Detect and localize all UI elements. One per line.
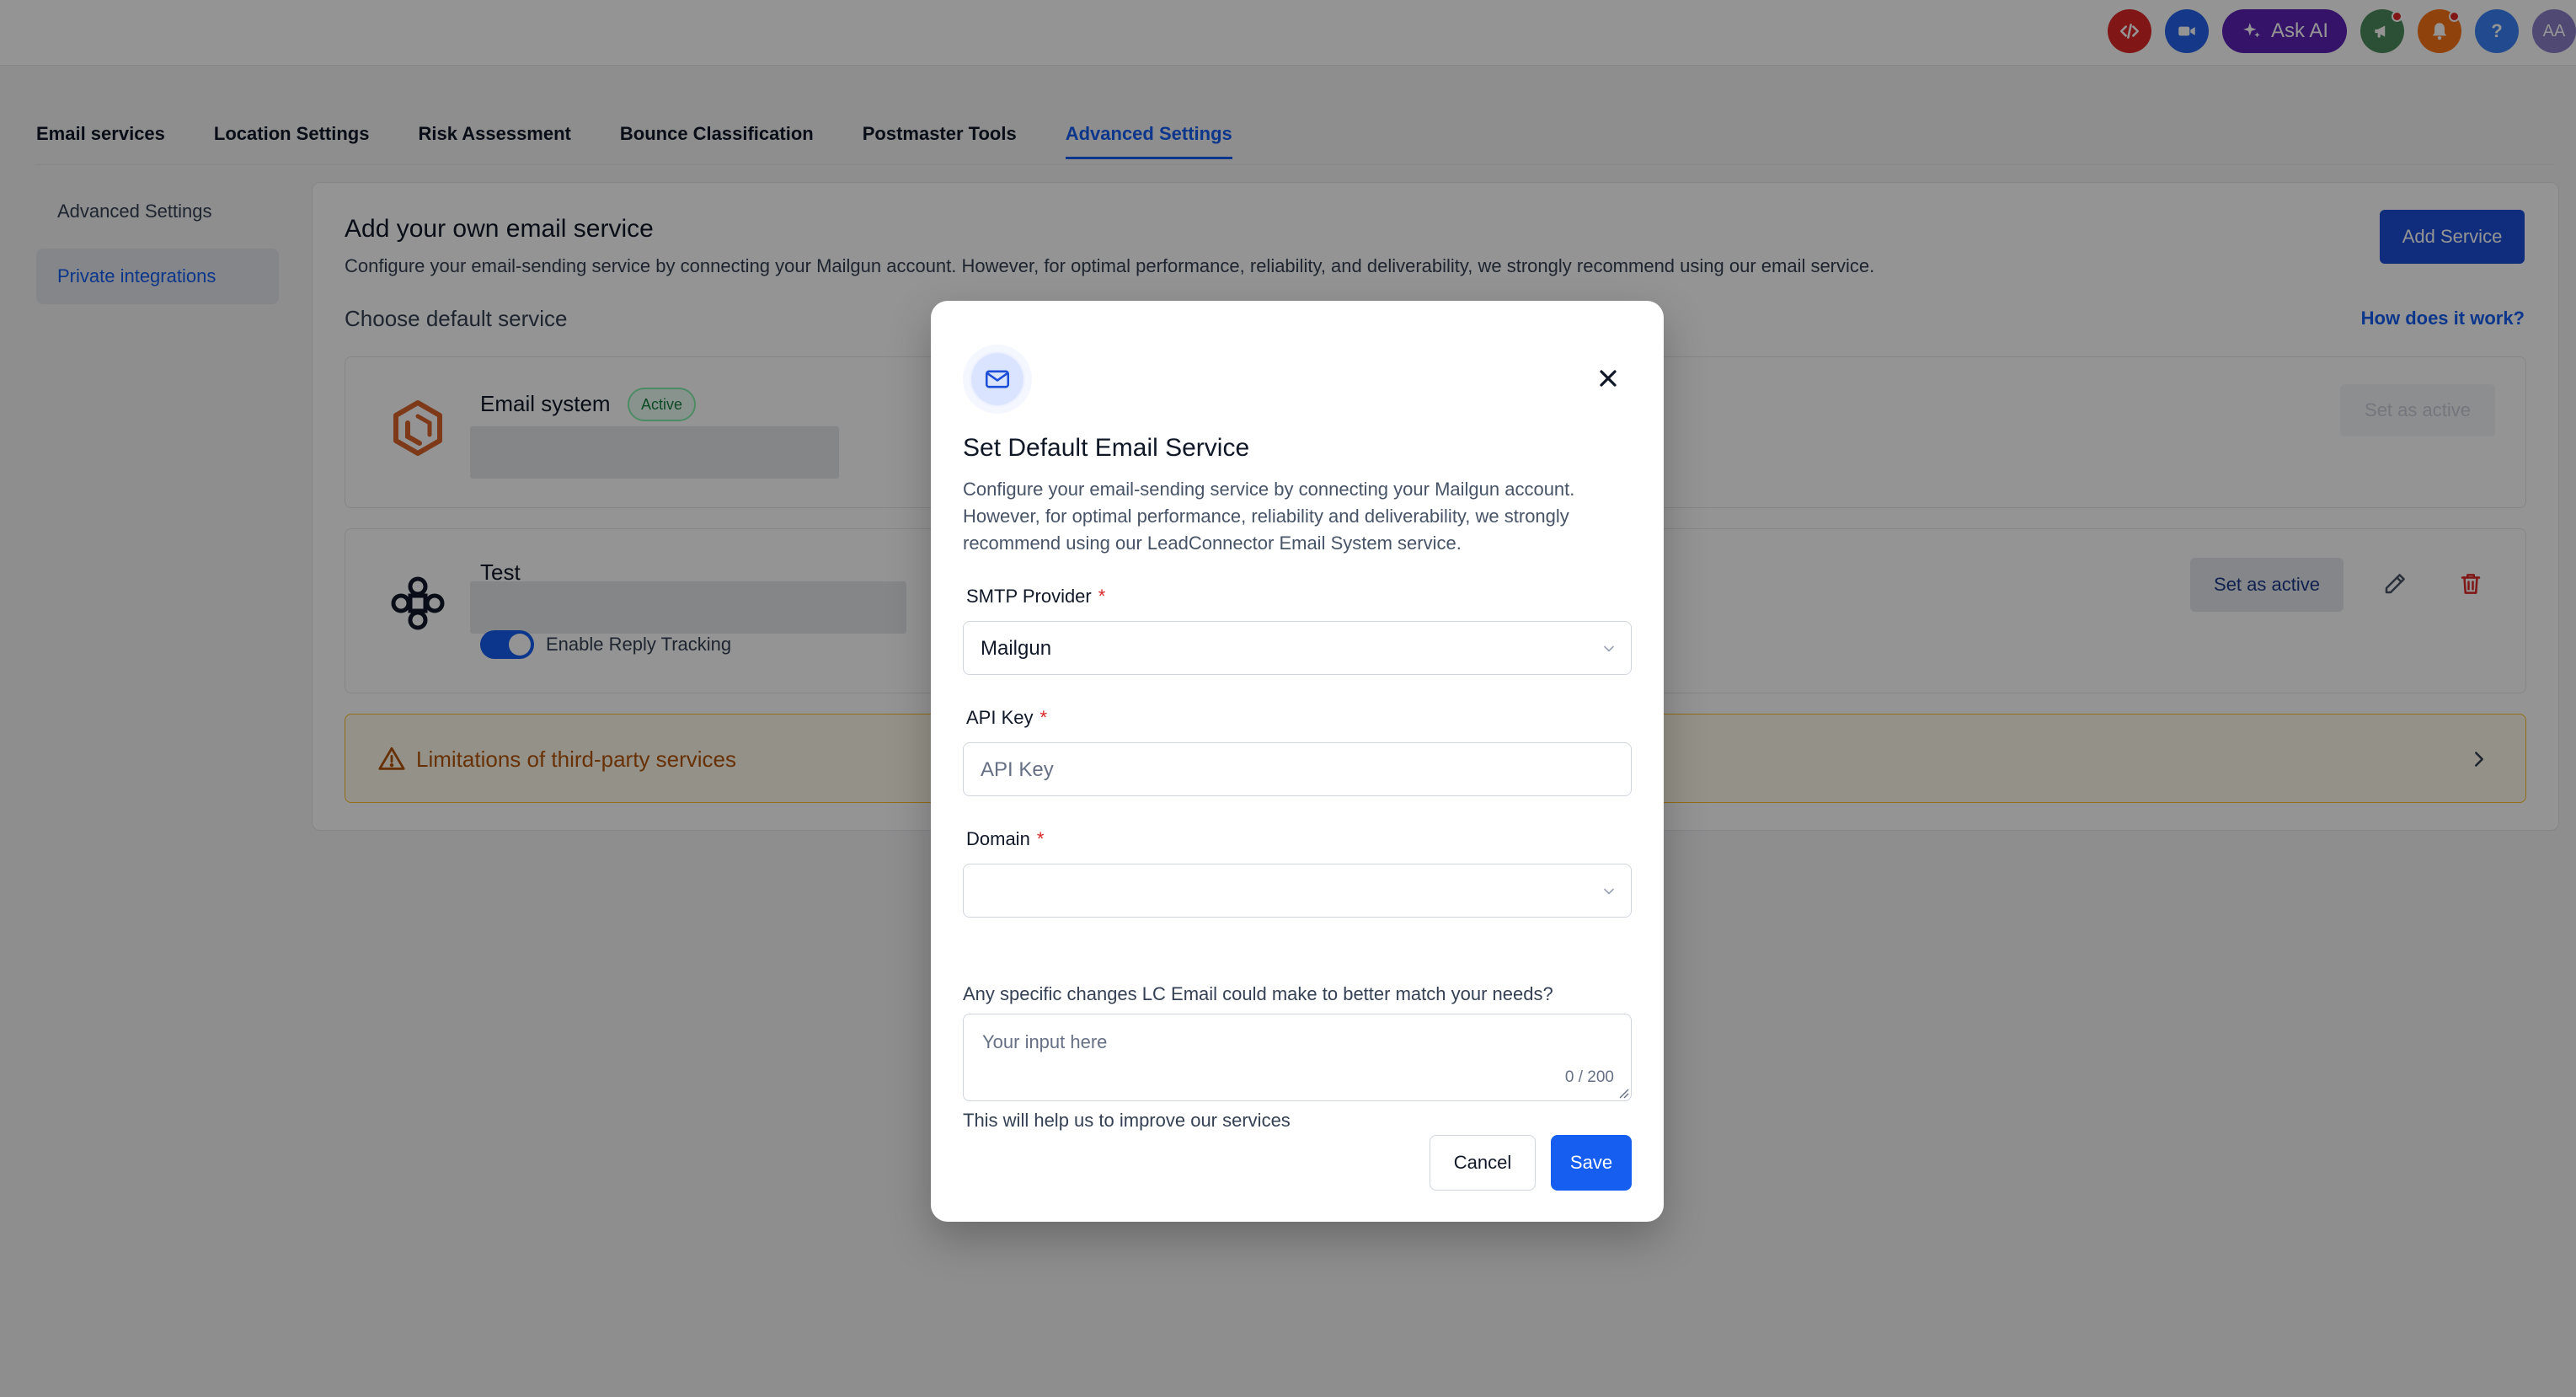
- required-mark: *: [1036, 828, 1045, 849]
- resize-handle-icon[interactable]: [1617, 1087, 1629, 1099]
- api-key-label: API Key *: [966, 707, 1047, 729]
- smtp-provider-label-text: SMTP Provider: [966, 586, 1092, 607]
- feedback-help-text: This will help us to improve our service…: [963, 1110, 1291, 1131]
- cancel-button[interactable]: Cancel: [1430, 1135, 1536, 1191]
- required-mark: *: [1098, 586, 1106, 607]
- smtp-provider-value: Mailgun: [981, 637, 1052, 660]
- api-key-placeholder: API Key: [981, 758, 1054, 781]
- feedback-question: Any specific changes LC Email could make…: [963, 983, 1553, 1004]
- modal-title: Set Default Email Service: [963, 434, 1250, 462]
- feedback-placeholder: Your input here: [982, 1031, 1108, 1052]
- chevron-down-icon: [1604, 888, 1614, 895]
- close-icon[interactable]: [1595, 365, 1622, 392]
- character-counter: 0 / 200: [1564, 1068, 1614, 1086]
- domain-label-text: Domain: [966, 828, 1030, 849]
- required-mark: *: [1039, 707, 1048, 728]
- api-key-input[interactable]: API Key: [963, 742, 1632, 796]
- domain-select[interactable]: [963, 864, 1632, 918]
- api-key-label-text: API Key: [966, 707, 1034, 728]
- modal-icon-inner: [971, 353, 1023, 405]
- domain-label: Domain *: [966, 828, 1044, 850]
- set-default-email-service-modal: Set Default Email Service Configure your…: [931, 301, 1664, 1222]
- modal-description: Configure your email-sending service by …: [963, 479, 1575, 554]
- envelope-icon: [985, 370, 1010, 388]
- feedback-textarea[interactable]: Your input here 0 / 200: [963, 1014, 1632, 1101]
- smtp-provider-label: SMTP Provider *: [966, 586, 1105, 608]
- chevron-down-icon: [1604, 645, 1614, 652]
- modal-icon-wrapper: [963, 345, 1032, 414]
- smtp-provider-select[interactable]: Mailgun: [963, 621, 1632, 675]
- save-button[interactable]: Save: [1551, 1135, 1632, 1191]
